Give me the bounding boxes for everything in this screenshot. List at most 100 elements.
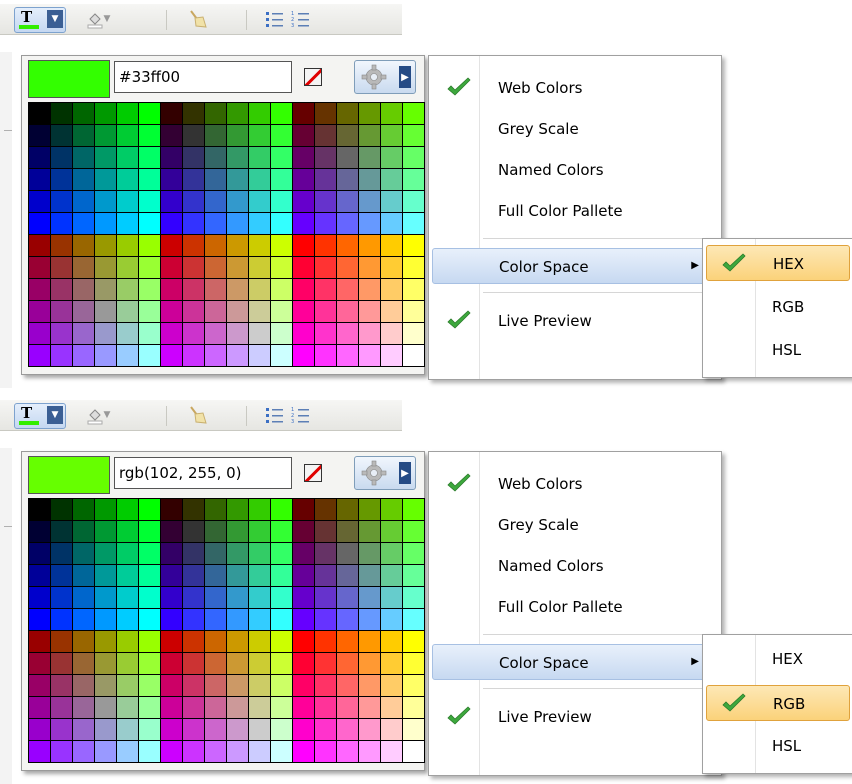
palette-color-cell[interactable] (51, 719, 72, 740)
palette-color-cell[interactable] (337, 257, 358, 278)
palette-color-cell[interactable] (315, 741, 336, 762)
palette-color-cell[interactable] (359, 125, 380, 146)
palette-color-cell[interactable] (73, 543, 94, 564)
palette-color-cell[interactable] (161, 169, 182, 190)
palette-color-cell[interactable] (403, 235, 424, 256)
palette-color-cell[interactable] (381, 191, 402, 212)
palette-color-cell[interactable] (29, 631, 50, 652)
palette-color-cell[interactable] (73, 719, 94, 740)
palette-color-cell[interactable] (95, 213, 116, 234)
palette-color-cell[interactable] (139, 653, 160, 674)
palette-color-cell[interactable] (293, 279, 314, 300)
palette-color-cell[interactable] (403, 147, 424, 168)
palette-color-cell[interactable] (139, 631, 160, 652)
palette-color-cell[interactable] (403, 543, 424, 564)
palette-color-cell[interactable] (227, 565, 248, 586)
palette-color-cell[interactable] (161, 279, 182, 300)
palette-color-cell[interactable] (51, 103, 72, 124)
palette-color-cell[interactable] (227, 169, 248, 190)
palette-color-cell[interactable] (271, 213, 292, 234)
palette-color-cell[interactable] (359, 345, 380, 366)
palette-color-cell[interactable] (183, 719, 204, 740)
palette-color-cell[interactable] (161, 719, 182, 740)
palette-color-cell[interactable] (381, 587, 402, 608)
palette-color-cell[interactable] (381, 257, 402, 278)
palette-color-cell[interactable] (73, 631, 94, 652)
palette-color-cell[interactable] (315, 719, 336, 740)
palette-color-cell[interactable] (51, 323, 72, 344)
palette-color-cell[interactable] (293, 301, 314, 322)
palette-color-cell[interactable] (95, 587, 116, 608)
palette-color-cell[interactable] (227, 301, 248, 322)
palette-color-cell[interactable] (315, 147, 336, 168)
palette-color-cell[interactable] (293, 675, 314, 696)
palette-color-cell[interactable] (315, 499, 336, 520)
menu-item-web-colors[interactable]: Web Colors (432, 70, 716, 106)
palette-color-cell[interactable] (337, 609, 358, 630)
palette-color-cell[interactable] (51, 697, 72, 718)
palette-color-cell[interactable] (249, 301, 270, 322)
palette-color-cell[interactable] (73, 345, 94, 366)
palette-color-cell[interactable] (381, 741, 402, 762)
palette-color-cell[interactable] (161, 521, 182, 542)
palette-color-cell[interactable] (205, 169, 226, 190)
palette-color-cell[interactable] (249, 257, 270, 278)
palette-color-cell[interactable] (139, 191, 160, 212)
palette-color-cell[interactable] (293, 169, 314, 190)
palette-color-cell[interactable] (161, 103, 182, 124)
palette-color-cell[interactable] (73, 103, 94, 124)
palette-color-cell[interactable] (95, 675, 116, 696)
palette-color-cell[interactable] (381, 345, 402, 366)
palette-color-cell[interactable] (293, 191, 314, 212)
palette-color-cell[interactable] (29, 257, 50, 278)
palette-color-cell[interactable] (73, 499, 94, 520)
palette-color-cell[interactable] (139, 719, 160, 740)
palette-color-cell[interactable] (337, 521, 358, 542)
palette-color-cell[interactable] (205, 257, 226, 278)
palette-color-cell[interactable] (205, 345, 226, 366)
palette-color-cell[interactable] (271, 345, 292, 366)
palette-color-cell[interactable] (359, 631, 380, 652)
palette-color-cell[interactable] (403, 169, 424, 190)
palette-color-cell[interactable] (95, 741, 116, 762)
palette-color-cell[interactable] (403, 719, 424, 740)
palette-color-cell[interactable] (29, 323, 50, 344)
palette-color-cell[interactable] (249, 675, 270, 696)
palette-color-cell[interactable] (51, 301, 72, 322)
palette-color-cell[interactable] (29, 609, 50, 630)
palette-color-cell[interactable] (205, 741, 226, 762)
palette-color-cell[interactable] (249, 279, 270, 300)
palette-color-cell[interactable] (183, 147, 204, 168)
palette-color-cell[interactable] (359, 697, 380, 718)
fill-color-button[interactable]: ▼ (76, 8, 120, 30)
palette-color-cell[interactable] (73, 301, 94, 322)
palette-color-cell[interactable] (161, 675, 182, 696)
palette-color-cell[interactable] (403, 697, 424, 718)
palette-color-cell[interactable] (249, 323, 270, 344)
palette-color-cell[interactable] (293, 103, 314, 124)
palette-color-cell[interactable] (381, 235, 402, 256)
palette-color-cell[interactable] (95, 191, 116, 212)
submenu-item-hsl[interactable]: HSL (706, 332, 850, 368)
menu-item-color-space[interactable]: Color Space ▶ (432, 248, 716, 284)
palette-color-cell[interactable] (183, 213, 204, 234)
palette-color-cell[interactable] (249, 565, 270, 586)
palette-color-cell[interactable] (51, 543, 72, 564)
palette-color-cell[interactable] (183, 191, 204, 212)
palette-color-cell[interactable] (29, 301, 50, 322)
palette-color-cell[interactable] (117, 213, 138, 234)
palette-color-cell[interactable] (95, 631, 116, 652)
palette-color-cell[interactable] (227, 213, 248, 234)
palette-color-cell[interactable] (227, 521, 248, 542)
palette-color-cell[interactable] (337, 169, 358, 190)
palette-color-cell[interactable] (359, 213, 380, 234)
palette-color-cell[interactable] (227, 499, 248, 520)
palette-color-cell[interactable] (227, 609, 248, 630)
palette-color-cell[interactable] (227, 631, 248, 652)
palette-color-cell[interactable] (183, 697, 204, 718)
palette-color-cell[interactable] (29, 191, 50, 212)
palette-color-cell[interactable] (359, 543, 380, 564)
palette-color-cell[interactable] (271, 125, 292, 146)
palette-color-cell[interactable] (73, 653, 94, 674)
palette-color-cell[interactable] (381, 147, 402, 168)
